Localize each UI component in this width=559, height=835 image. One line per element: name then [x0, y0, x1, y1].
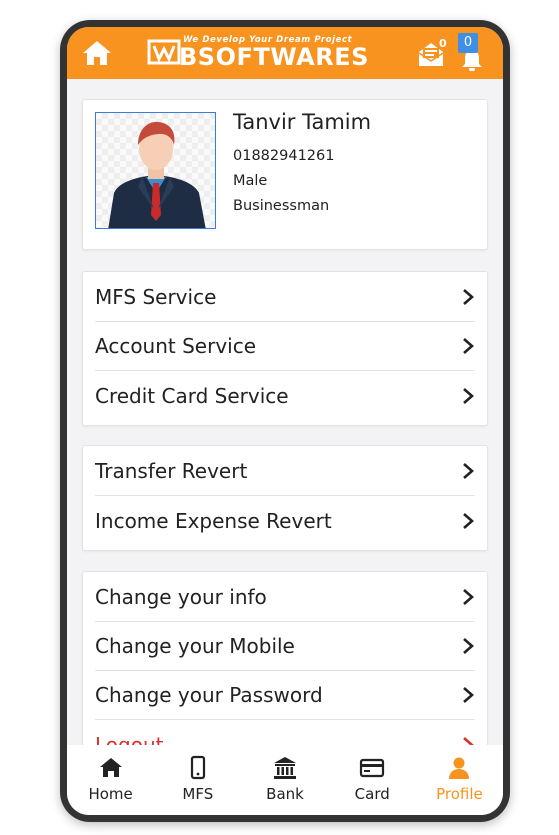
mail-count-badge: 0 — [439, 37, 447, 50]
home-icon — [83, 41, 111, 65]
app-header: We Develop Your Dream Project BSOFTWARES… — [67, 27, 503, 79]
chevron-right-icon — [463, 638, 474, 654]
chevron-right-icon — [463, 589, 474, 605]
logo-mark-icon — [147, 39, 181, 65]
chevron-right-icon — [463, 289, 474, 305]
profile-card: Tanvir Tamim 01882941261 Male Businessma… — [82, 99, 488, 250]
nav-bank[interactable]: Bank — [241, 745, 328, 815]
profile-gender: Male — [233, 173, 268, 189]
nav-label: Card — [354, 785, 390, 803]
user-icon — [449, 757, 470, 779]
profile-name: Tanvir Tamim — [233, 110, 372, 134]
menu-item-change-mobile[interactable]: Change your Mobile — [95, 622, 475, 671]
notification-count-badge: 0 — [458, 33, 478, 53]
profile-occupation: Businessman — [233, 198, 330, 214]
nav-label: MFS — [182, 785, 214, 803]
menu-item-label: Transfer Revert — [95, 459, 248, 483]
menu-item-label: Change your Mobile — [95, 634, 295, 658]
nav-home[interactable]: Home — [67, 745, 154, 815]
chevron-right-icon — [463, 463, 474, 479]
nav-label: Bank — [266, 785, 304, 803]
chevron-right-icon — [463, 387, 474, 404]
menu-item-label: MFS Service — [95, 285, 217, 309]
menu-item-mfs-service[interactable]: MFS Service — [95, 273, 475, 322]
menu-item-credit-card-service[interactable]: Credit Card Service — [95, 371, 475, 420]
brand-logo: We Develop Your Dream Project BSOFTWARES — [147, 33, 368, 73]
menu-item-change-info[interactable]: Change your info — [95, 573, 475, 622]
mobile-icon — [190, 755, 205, 780]
avatar — [95, 112, 216, 229]
bank-icon — [274, 757, 296, 779]
menu-item-label: Income Expense Revert — [95, 508, 332, 533]
menu-item-label: Credit Card Service — [95, 383, 289, 408]
menu-item-label: Change your Password — [95, 683, 323, 707]
credit-card-icon — [360, 758, 385, 778]
chevron-right-icon — [463, 512, 474, 529]
nav-card[interactable]: Card — [329, 745, 416, 815]
businessman-avatar-icon — [108, 121, 206, 228]
menu-item-label: Change your info — [95, 585, 267, 609]
bottom-navigation: Home MFS Bank Card Profile — [67, 745, 503, 815]
chevron-right-icon — [463, 687, 474, 703]
nav-mfs[interactable]: MFS — [154, 745, 241, 815]
home-icon — [99, 758, 122, 777]
app-screen: We Develop Your Dream Project BSOFTWARES… — [67, 27, 503, 815]
profile-phone: 01882941261 — [233, 148, 335, 164]
services-menu: MFS Service Account Service Credit Card … — [82, 271, 488, 426]
phone-frame: We Develop Your Dream Project BSOFTWARES… — [60, 20, 510, 822]
logo-text: BSOFTWARES — [179, 43, 369, 71]
menu-item-label: Account Service — [95, 334, 257, 358]
home-button[interactable] — [79, 36, 115, 70]
nav-label: Home — [88, 785, 133, 803]
revert-menu: Transfer Revert Income Expense Revert — [82, 445, 488, 551]
nav-profile[interactable]: Profile — [416, 745, 503, 815]
menu-item-income-expense-revert[interactable]: Income Expense Revert — [95, 496, 475, 545]
chevron-right-icon — [463, 338, 474, 354]
menu-item-change-password[interactable]: Change your Password — [95, 671, 475, 720]
menu-item-transfer-revert[interactable]: Transfer Revert — [95, 447, 475, 496]
menu-item-account-service[interactable]: Account Service — [95, 322, 475, 371]
nav-label: Profile — [436, 785, 483, 803]
